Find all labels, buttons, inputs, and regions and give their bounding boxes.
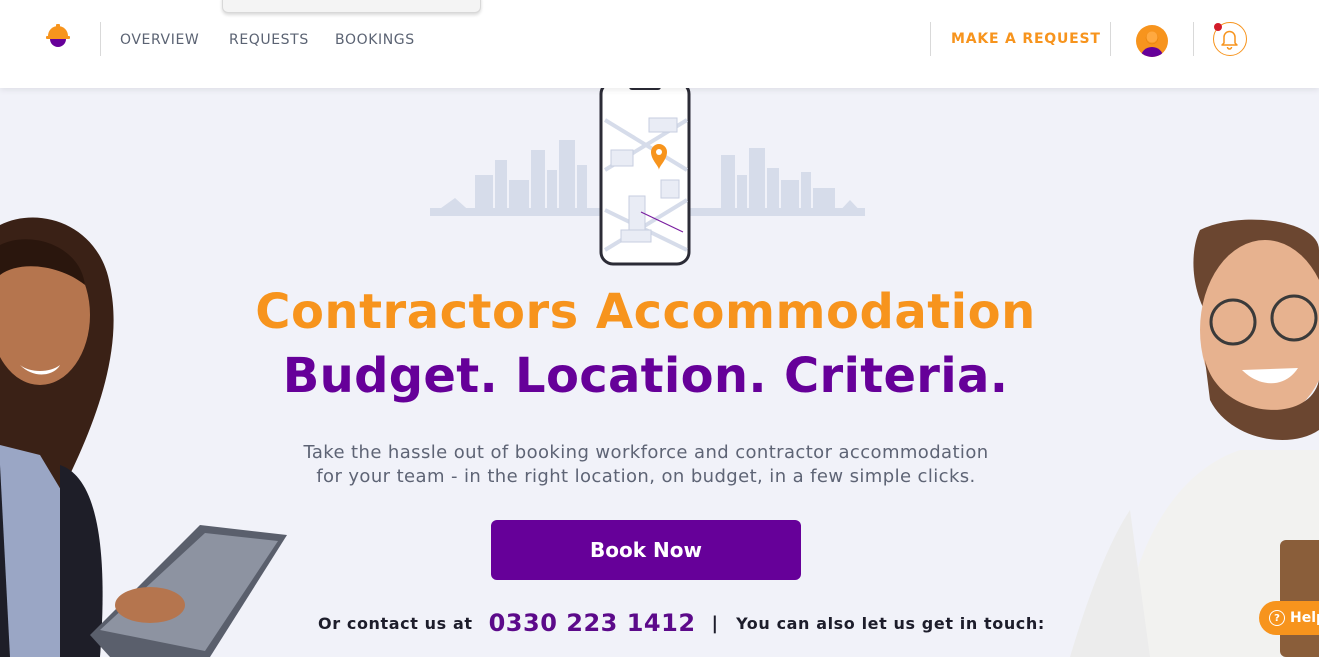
dropdown-menu-edge <box>222 0 481 13</box>
woman-with-tablet-image <box>0 217 287 657</box>
user-avatar-icon[interactable] <box>1136 25 1168 57</box>
nav-divider <box>1193 22 1194 56</box>
hero-subheadline: Budget. Location. Criteria. <box>282 348 1009 404</box>
nav-divider <box>100 22 101 56</box>
nav-overview[interactable]: OVERVIEW <box>120 32 199 48</box>
hero-description-line: for your team - in the right location, o… <box>316 466 976 487</box>
nav-requests[interactable]: REQUESTS <box>229 32 309 48</box>
contact-label: Or contact us at <box>318 613 473 633</box>
book-now-button[interactable]: Book Now <box>491 520 801 580</box>
hero-description: Take the hassle out of booking workforce… <box>270 441 1022 489</box>
hero-description-line: Take the hassle out of booking workforce… <box>303 442 989 463</box>
get-in-touch-label: You can also let us get in touch: <box>736 613 1045 633</box>
help-label: Help <box>1290 610 1319 626</box>
notification-dot <box>1214 23 1222 31</box>
hard-hat-logo-icon[interactable] <box>44 22 72 50</box>
man-with-glasses-image <box>1070 219 1319 657</box>
phone-number-link[interactable]: 0330 223 1412 <box>489 609 696 637</box>
city-phone-map-illustration <box>430 80 865 266</box>
nav-bookings[interactable]: BOOKINGS <box>335 32 415 48</box>
nav-divider <box>1110 22 1111 56</box>
hero-headline: Contractors Accommodation <box>255 284 1036 340</box>
nav-divider <box>930 22 931 56</box>
contact-row: Or contact us at 0330 223 1412 | You can… <box>318 606 1045 640</box>
contact-separator: | <box>711 612 719 634</box>
make-request-link[interactable]: MAKE A REQUEST <box>951 31 1101 47</box>
top-navigation-bar: OVERVIEW REQUESTS BOOKINGS MAKE A REQUES… <box>0 0 1319 88</box>
help-circle-icon: ? <box>1269 610 1285 626</box>
help-button[interactable]: ? Help <box>1259 601 1319 635</box>
